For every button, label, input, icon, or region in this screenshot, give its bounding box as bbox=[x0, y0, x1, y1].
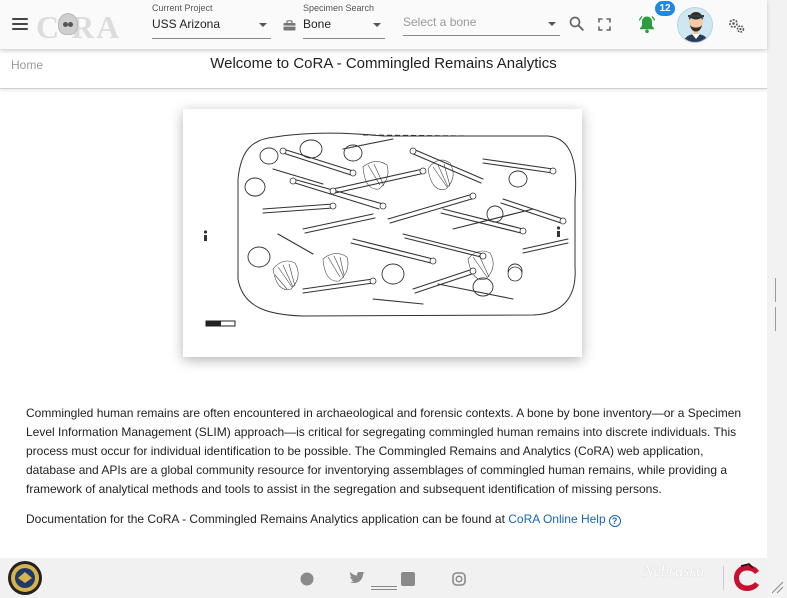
page-title: Welcome to CoRA - Commingled Remains Ana… bbox=[210, 55, 557, 72]
documentation-line: Documentation for the CoRA - Commingled … bbox=[26, 510, 748, 528]
specimen-label: Specimen Search bbox=[303, 3, 375, 13]
panel-resize-handle[interactable] bbox=[775, 278, 780, 331]
briefcase-icon bbox=[283, 20, 296, 31]
top-toolbar: C RA Current Project USS Arizona Specime… bbox=[0, 0, 767, 49]
instagram-icon[interactable] bbox=[452, 572, 466, 586]
twitter-icon[interactable] bbox=[349, 572, 366, 584]
project-select[interactable]: Current Project USS Arizona bbox=[152, 2, 271, 39]
help-link-label: CoRA Online Help bbox=[508, 512, 606, 526]
specimen-search-select[interactable]: Specimen Search Bone bbox=[303, 2, 385, 39]
help-circle-icon: ? bbox=[608, 515, 621, 527]
search-icon[interactable] bbox=[569, 16, 584, 31]
documentation-text: Documentation for the CoRA - Commingled … bbox=[26, 512, 509, 526]
chevron-down-icon bbox=[548, 22, 556, 26]
chevron-down-icon bbox=[373, 23, 381, 27]
cora-online-help-link[interactable]: CoRA Online Help? bbox=[508, 512, 621, 527]
project-value: USS Arizona bbox=[152, 17, 221, 31]
cora-logo[interactable]: C RA bbox=[36, 6, 132, 45]
partner-text: Nebraska bbox=[643, 563, 705, 580]
skull-icon bbox=[58, 13, 78, 35]
fullscreen-icon[interactable] bbox=[598, 18, 611, 31]
intro-paragraph: Commingled human remains are often encou… bbox=[26, 406, 742, 496]
menu-icon[interactable] bbox=[12, 18, 28, 30]
partner-logo bbox=[734, 563, 759, 591]
drag-handle-icon[interactable] bbox=[371, 586, 397, 592]
footer: Nebraska bbox=[0, 558, 767, 598]
commingled-burial-drawing bbox=[203, 132, 577, 327]
bone-select-placeholder: Select a bone bbox=[403, 15, 477, 29]
chevron-down-icon bbox=[259, 23, 267, 27]
burial-diagram-card bbox=[183, 109, 582, 357]
notification-badge: 12 bbox=[655, 1, 675, 16]
settings-icon[interactable] bbox=[728, 18, 746, 34]
resize-grip-icon[interactable] bbox=[770, 580, 784, 594]
project-label: Current Project bbox=[152, 3, 213, 13]
user-avatar-icon bbox=[678, 8, 712, 42]
avatar[interactable] bbox=[677, 7, 713, 43]
logo-text: C RA bbox=[36, 9, 122, 45]
bell-icon[interactable] bbox=[638, 15, 656, 34]
seal-logo bbox=[8, 561, 42, 595]
title-bar: Home Welcome to CoRA - Commingled Remain… bbox=[0, 49, 767, 89]
facebook-icon[interactable] bbox=[300, 572, 314, 586]
bone-select[interactable]: Select a bone bbox=[403, 10, 560, 36]
linkedin-icon[interactable] bbox=[401, 572, 415, 586]
